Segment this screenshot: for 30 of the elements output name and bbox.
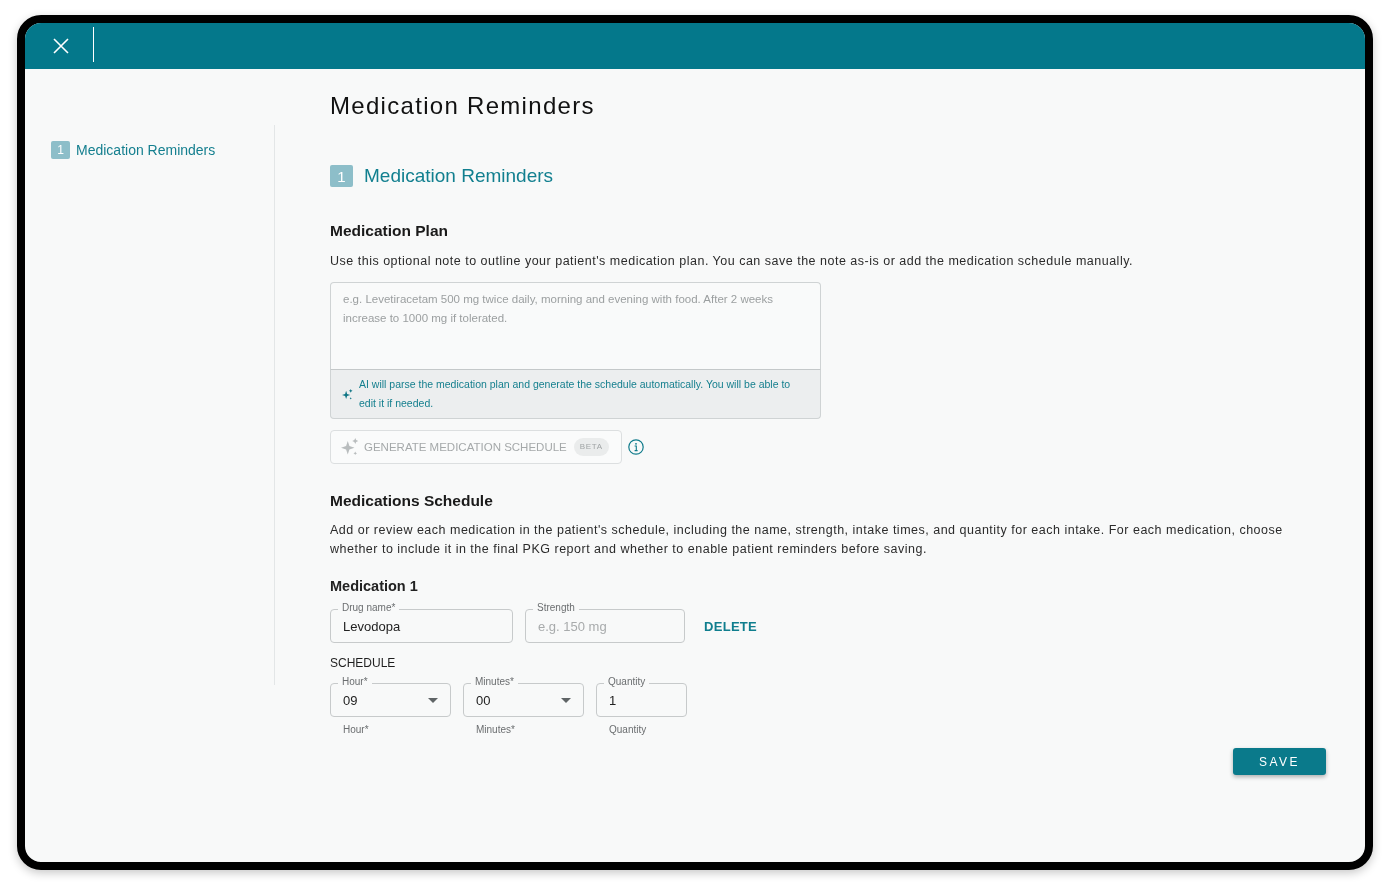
section-description: Use this optional note to outline your patient's medication plan. You can save the note as-is or add the medication schedule manually.: [330, 253, 1134, 270]
caret-icon: [561, 697, 571, 703]
section-number: 1: [330, 165, 353, 187]
field-label: Drug name*: [338, 602, 400, 614]
field-label: Hour*: [338, 676, 372, 688]
sidebar-step[interactable]: 1 Medication Reminders: [51, 141, 216, 159]
field-label: Hour*: [343, 724, 370, 735]
section-title: Medication Reminders: [364, 164, 554, 188]
step-number: 1: [51, 141, 70, 159]
field-label: Minutes*: [476, 724, 516, 735]
schedule-heading: SCHEDULE: [330, 655, 397, 671]
medication-title: Medication 1: [330, 577, 419, 596]
section-heading: Medications Schedule: [330, 491, 494, 511]
info-icon[interactable]: [627, 439, 644, 455]
field-label: Quantity: [609, 724, 648, 735]
section-description: Add or review each medication in the patient's schedule, including the name, strength, intake times, and quantity for each intake. For each medication, choose whether to include it in the final PKG report and whether to enable patient reminders before saving.: [330, 522, 1284, 558]
sparkle-icon: [341, 438, 359, 456]
delete-button[interactable]: DELETE: [704, 618, 758, 634]
save-button[interactable]: SAVE: [1233, 748, 1326, 775]
caret-icon: [428, 697, 438, 703]
field-label: Minutes*: [471, 676, 518, 688]
page-title: Medication Reminders: [330, 91, 596, 121]
ai-hint-text: AI will parse the medication plan and generate the schedule automatically. You will be able to edit it if needed.: [359, 377, 792, 411]
field-label: Strength: [533, 602, 579, 614]
sparkle-icon: [342, 388, 353, 400]
beta-tag: BETA: [573, 438, 609, 456]
section-heading: Medication Plan: [330, 221, 449, 241]
close-button[interactable]: [53, 38, 69, 54]
plan-note-field[interactable]: e.g. Levetiracetam 500 mg twice daily, morning and evening with food. After 2 weeks increase to 1000 mg if tolerated.: [330, 282, 821, 370]
field-label: Quantity: [604, 676, 650, 688]
